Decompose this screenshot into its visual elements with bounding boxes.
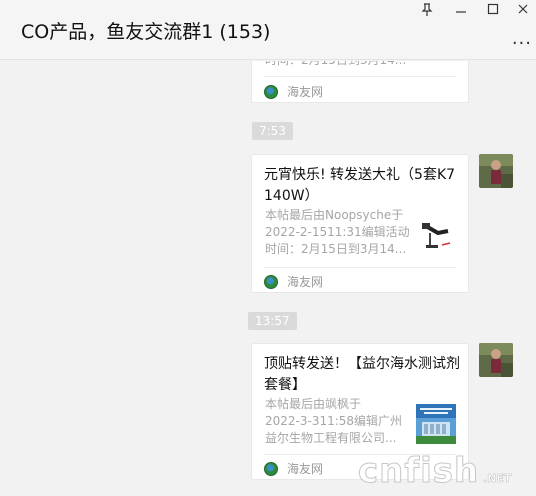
card-description-line: 时间：2月15日到3月14... xyxy=(265,242,407,256)
source-logo-icon xyxy=(264,461,278,476)
card-description-line: 时间：2月15日到3月14... xyxy=(265,61,410,69)
card-thumbnail xyxy=(416,404,456,444)
source-logo-icon xyxy=(264,274,278,289)
watermark-suffix: .NET xyxy=(483,472,512,486)
link-card[interactable]: 时间：2月15日到3月14... 海友网 xyxy=(251,61,469,103)
card-source-label: 海友网 xyxy=(287,85,324,99)
watermark-text: cnfish xyxy=(357,451,480,492)
card-thumbnail xyxy=(416,215,456,255)
card-description-line: 本帖最后由飒枫于 xyxy=(265,397,362,411)
pin-icon[interactable] xyxy=(417,3,437,19)
maximize-icon[interactable] xyxy=(483,3,503,19)
source-logo-icon xyxy=(264,84,278,99)
card-title: 顶贴转发送！【益尔海水测试剂套餐】 xyxy=(264,356,460,393)
chat-title: CO产品，鱼友交流群1 (153) xyxy=(21,21,271,43)
card-title: 元宵快乐! 转发送大礼（5套K7 140W） xyxy=(264,167,456,204)
more-options-button[interactable]: ... xyxy=(512,28,532,49)
timestamp: 13:57 xyxy=(248,312,297,330)
message-list[interactable]: 时间：2月15日到3月14... 海友网 7:53 元宵快乐! 转发送大礼（5套… xyxy=(0,61,536,496)
card-divider xyxy=(264,267,456,268)
card-description-line: 2022-3-311:58编辑广州 xyxy=(265,414,403,428)
card-description-line: 2022-2-1511:31编辑活动 xyxy=(265,225,410,239)
close-icon[interactable] xyxy=(513,3,533,19)
card-source-label: 海友网 xyxy=(287,275,324,289)
link-card[interactable]: 元宵快乐! 转发送大礼（5套K7 140W） 本帖最后由Noopsyche于 2… xyxy=(251,154,469,293)
card-source-label: 海友网 xyxy=(287,462,324,476)
minimize-icon[interactable] xyxy=(451,3,471,19)
card-divider xyxy=(264,76,456,77)
card-source: 海友网 xyxy=(264,273,323,290)
card-description-line: 益尔生物工程有限公司... xyxy=(265,431,397,445)
card-source: 海友网 xyxy=(264,460,323,477)
chat-header: CO产品，鱼友交流群1 (153) ... xyxy=(0,0,536,60)
timestamp: 7:53 xyxy=(252,122,293,140)
card-description-line: 本帖最后由Noopsyche于 xyxy=(265,208,404,222)
card-source: 海友网 xyxy=(264,83,323,100)
avatar[interactable] xyxy=(479,343,513,377)
avatar[interactable] xyxy=(479,154,513,188)
